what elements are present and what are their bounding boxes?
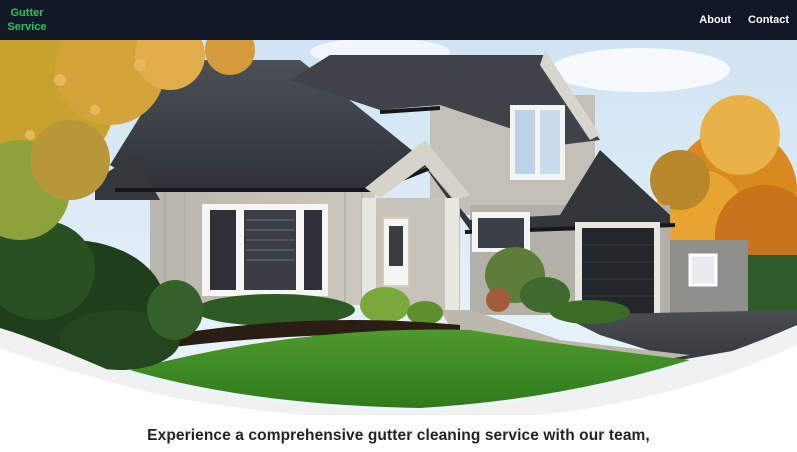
- hero-tagline: Experience a comprehensive gutter cleani…: [147, 427, 650, 444]
- nav-link-contact[interactable]: Contact: [748, 14, 789, 26]
- nav-links: About Contact: [699, 0, 789, 40]
- brand-line-2: Service: [7, 21, 47, 33]
- nav-link-about[interactable]: About: [699, 14, 731, 26]
- brand-logo-link[interactable]: Gutter Service: [7, 6, 47, 34]
- house-illustration: [0, 40, 797, 415]
- brand-line-1: Gutter: [10, 7, 44, 19]
- top-navbar: Gutter Service About Contact: [0, 0, 797, 40]
- hero-image: [0, 40, 797, 415]
